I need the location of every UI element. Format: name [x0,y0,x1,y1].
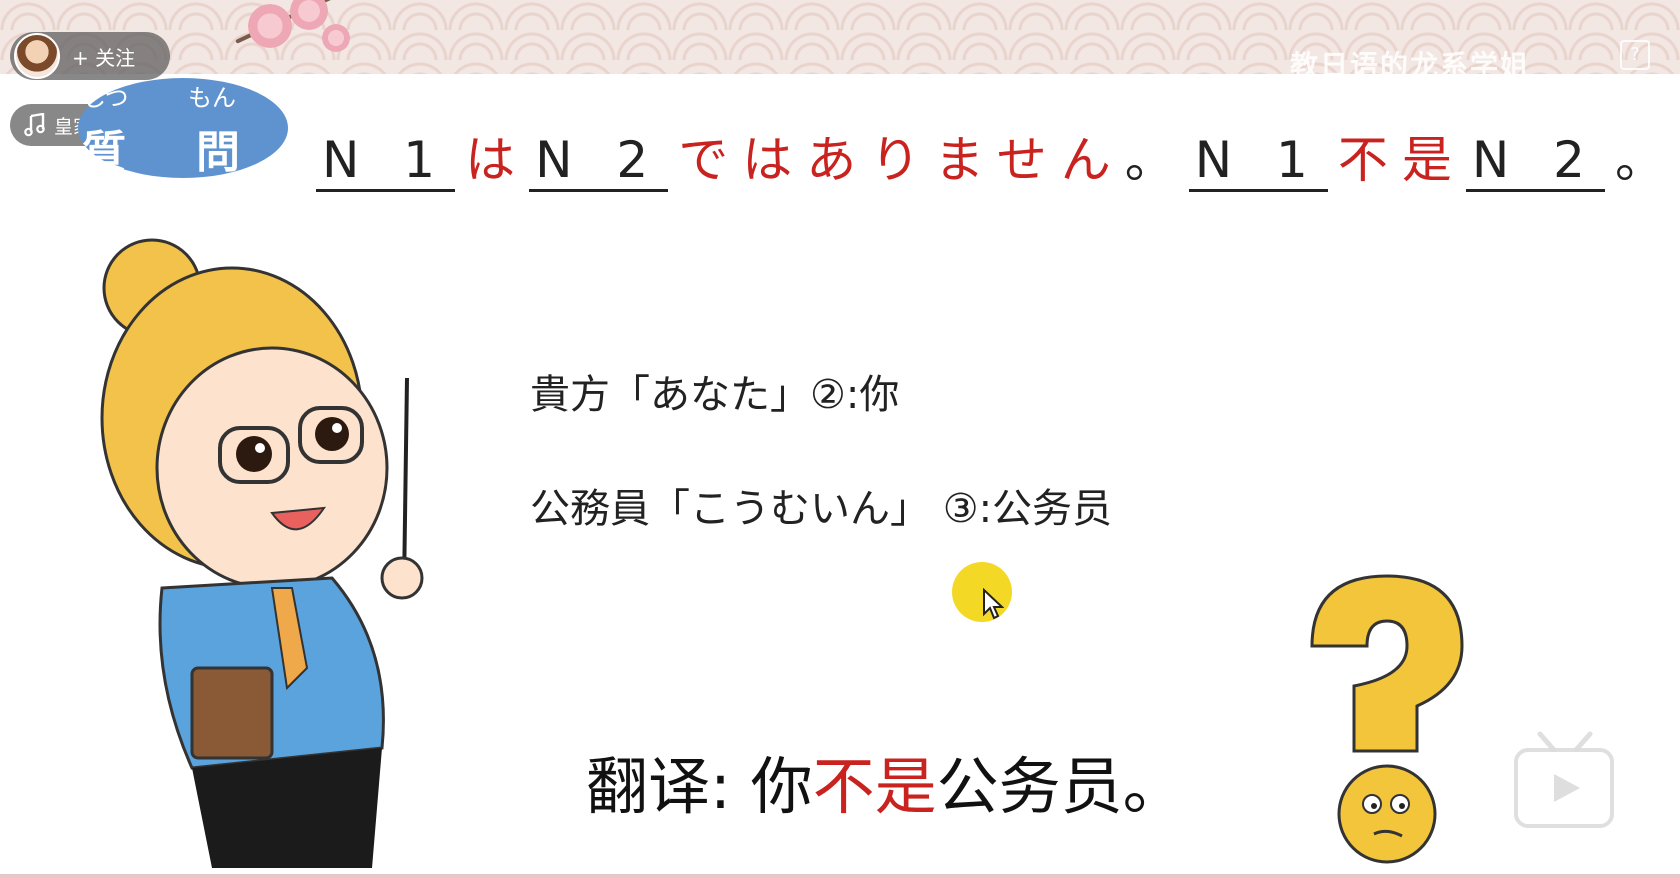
title-n1: N 1 [316,131,456,192]
translation-line: 翻译: 你不是公务员。 [586,736,1185,826]
title-dewa-arimasen: ではありません [678,131,1125,189]
blossom-decor [322,24,350,52]
title-wa: は [465,131,530,189]
question-badge: しつ もん 質 問 [78,78,288,178]
follow-button[interactable]: + 关注 [10,32,170,80]
help-icon[interactable]: ? [1620,40,1650,70]
music-note-icon [24,113,45,137]
furigana-2: もん [188,84,236,112]
blossom-decor [248,4,292,48]
translation-prefix: 翻译: [586,750,731,823]
teacher-illustration [100,238,424,868]
translation-you: 你 [750,750,813,823]
question-mark-illustration [1310,574,1464,864]
title-n1-b: N 1 [1188,131,1328,192]
kanji-1: 質 [82,127,126,178]
play-icon [1554,774,1580,802]
follow-label: + 关注 [72,45,136,70]
bottom-progress-strip [0,874,1680,878]
avatar [14,33,60,79]
title-n2: N 2 [529,131,669,192]
kanji-2: 問 [196,127,240,178]
tv-antenna-icon [1537,731,1593,752]
title-period: 。 [1124,131,1189,189]
title-n2-b: N 2 [1465,131,1605,192]
video-logo-badge[interactable] [1514,748,1614,828]
title-bushi: 不是 [1337,131,1466,189]
furigana-1: しつ [82,84,129,112]
translation-rest: 公务员。 [936,750,1185,823]
translation-not-is: 不是 [812,750,937,823]
vocab-line-anata: 貴方「あなた」②:你 [530,372,900,418]
title-period-b: 。 [1614,131,1679,189]
vocab-line-koumuin: 公務員「こうむいん」 ③:公务员 [530,486,1113,532]
mouse-cursor-icon [983,588,1004,620]
grammar-pattern-title: N 1 は N 2 ではありません 。 N 1 不是 N 2 。 [316,130,1679,192]
channel-watermark: 教日语的龙系学姐 [1289,49,1530,82]
